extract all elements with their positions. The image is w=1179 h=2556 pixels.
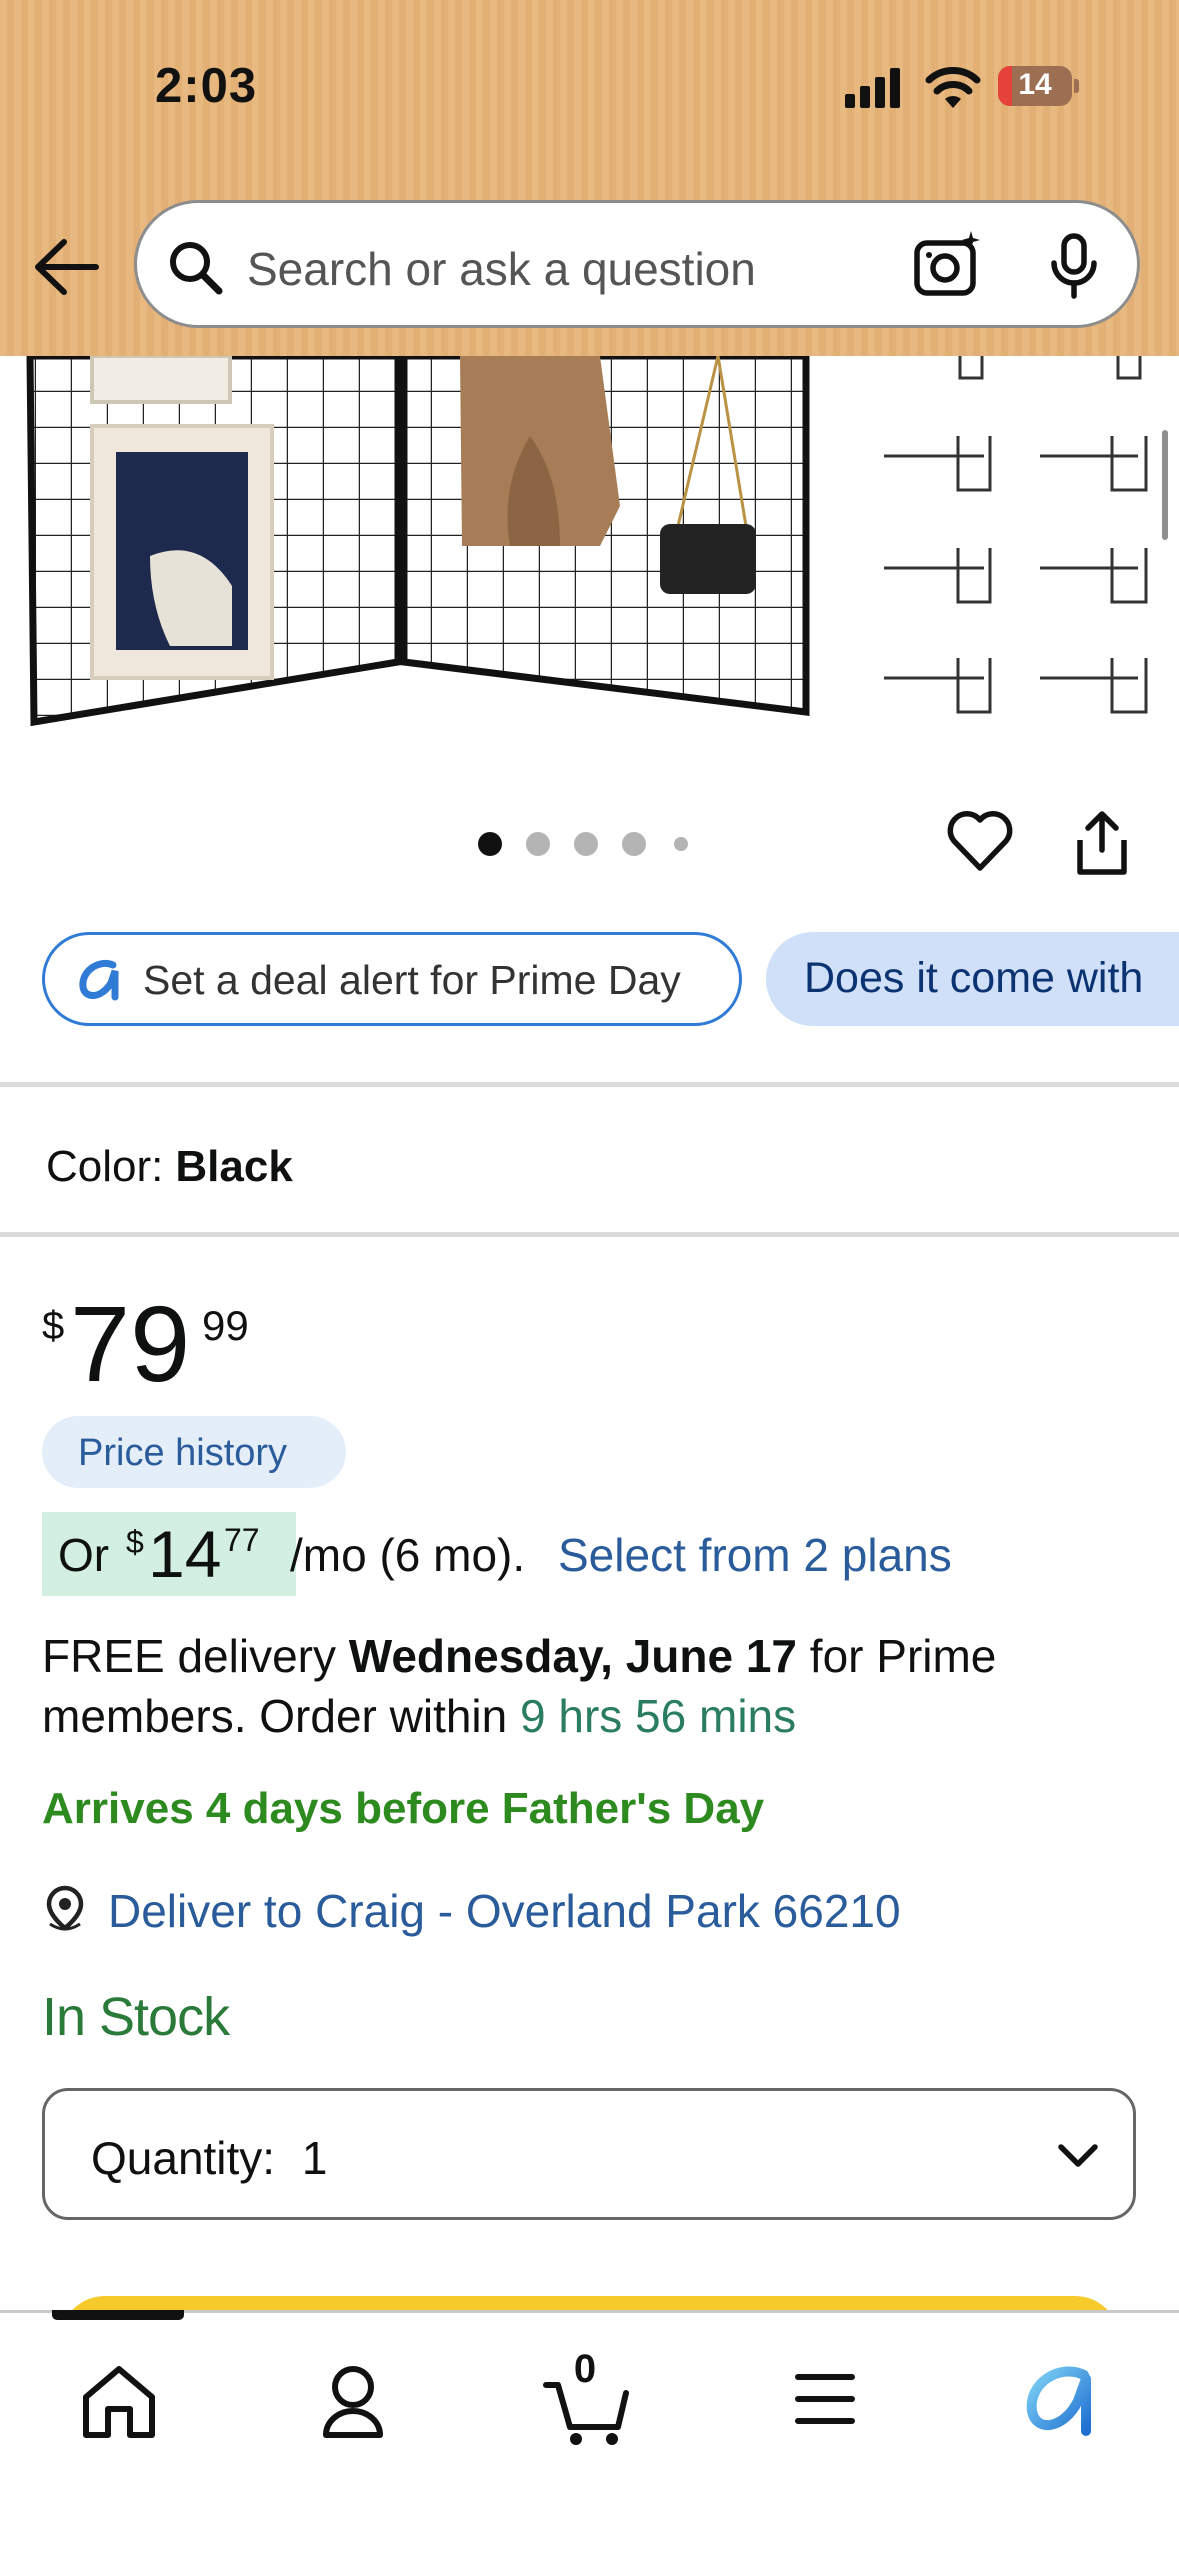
delivery-prefix: FREE delivery: [42, 1630, 336, 1682]
search-bar[interactable]: Search or ask a question: [134, 200, 1140, 328]
home-icon[interactable]: [64, 2349, 174, 2449]
back-arrow-icon[interactable]: [30, 232, 104, 302]
section-divider: [0, 1082, 1179, 1087]
bottom-navigation: 0: [0, 2310, 1179, 2556]
quantity-dropdown[interactable]: Quantity: 1: [42, 2088, 1136, 2220]
wifi-icon: [925, 67, 981, 108]
chevron-down-icon: [1058, 2144, 1098, 2167]
battery-level: 14: [1018, 68, 1052, 101]
section-divider: [0, 1232, 1179, 1237]
color-label: Color:: [46, 1142, 164, 1191]
carousel-dot[interactable]: [674, 837, 688, 851]
price-fraction: 99: [202, 1302, 249, 1349]
rufus-icon: [79, 960, 119, 1001]
product-image-gallery[interactable]: [0, 356, 1179, 786]
quantity-value: 1: [301, 2132, 328, 2184]
scroll-indicator: [1162, 430, 1168, 540]
account-icon[interactable]: [298, 2349, 408, 2449]
carousel-dot[interactable]: [622, 832, 646, 856]
price-whole: 79: [70, 1283, 191, 1404]
installment-prefix: Or: [58, 1529, 110, 1581]
installment-offer: Or $ 14 77 /mo (6 mo). Select from 2 pla…: [42, 1512, 1142, 1596]
microphone-icon[interactable]: [1045, 233, 1103, 299]
installment-term: /mo (6 mo).: [290, 1529, 526, 1581]
heart-icon[interactable]: [945, 806, 1015, 876]
promo-note: Arrives 4 days before Father's Day: [42, 1784, 765, 1833]
installment-whole: 14: [148, 1517, 222, 1591]
search-icon: [170, 242, 223, 295]
carousel-dot[interactable]: [478, 832, 502, 856]
stock-status: In Stock: [42, 1987, 230, 2047]
menu-icon[interactable]: [770, 2349, 880, 2449]
price-history-button[interactable]: Price history: [42, 1416, 346, 1488]
price-currency: $: [42, 1304, 65, 1348]
installment-currency: $: [126, 1524, 144, 1560]
color-value: Black: [175, 1142, 293, 1191]
deliver-to-label: Deliver to Craig - Overland Park 66210: [108, 1885, 901, 1937]
delivery-date: Wednesday, June 17: [348, 1630, 798, 1682]
status-time: 2:03: [155, 59, 258, 113]
quantity-label: Quantity: 1: [91, 2131, 327, 2185]
price-history-label: Price history: [78, 1432, 288, 1474]
header: 2:03 14 Search or ask a question: [0, 0, 1179, 356]
cart-button[interactable]: 0: [530, 2347, 640, 2449]
rufus-icon[interactable]: [1004, 2349, 1114, 2449]
carousel-dot[interactable]: [574, 832, 598, 856]
cellular-signal-icon: [845, 68, 900, 108]
search-input[interactable]: Search or ask a question: [247, 242, 756, 296]
question-chip-label: Does it come with: [804, 954, 1144, 1002]
delivery-info: FREE delivery Wednesday, June 17 for Pri…: [42, 1626, 1132, 1746]
nav-active-indicator: [52, 2310, 184, 2320]
question-chip[interactable]: Does it come with: [766, 932, 1179, 1026]
product-image: [26, 356, 1148, 727]
battery-indicator: 14: [998, 66, 1079, 106]
cart-count: 0: [573, 2347, 597, 2391]
share-icon[interactable]: [1072, 808, 1132, 878]
order-countdown: 9 hrs 56 mins: [520, 1690, 797, 1742]
carousel-dot[interactable]: [526, 832, 550, 856]
select-plans-link[interactable]: Select from 2 plans: [558, 1528, 952, 1582]
color-selection: Color: Black: [46, 1142, 293, 1192]
camera-search-icon[interactable]: [913, 229, 983, 299]
location-pin-icon: [46, 1885, 84, 1931]
deal-alert-label: Set a deal alert for Prime Day: [143, 957, 681, 1003]
installment-fraction: 77: [224, 1522, 260, 1558]
deal-alert-chip[interactable]: Set a deal alert for Prime Day: [42, 932, 742, 1026]
quantity-label-text: Quantity:: [91, 2132, 276, 2184]
